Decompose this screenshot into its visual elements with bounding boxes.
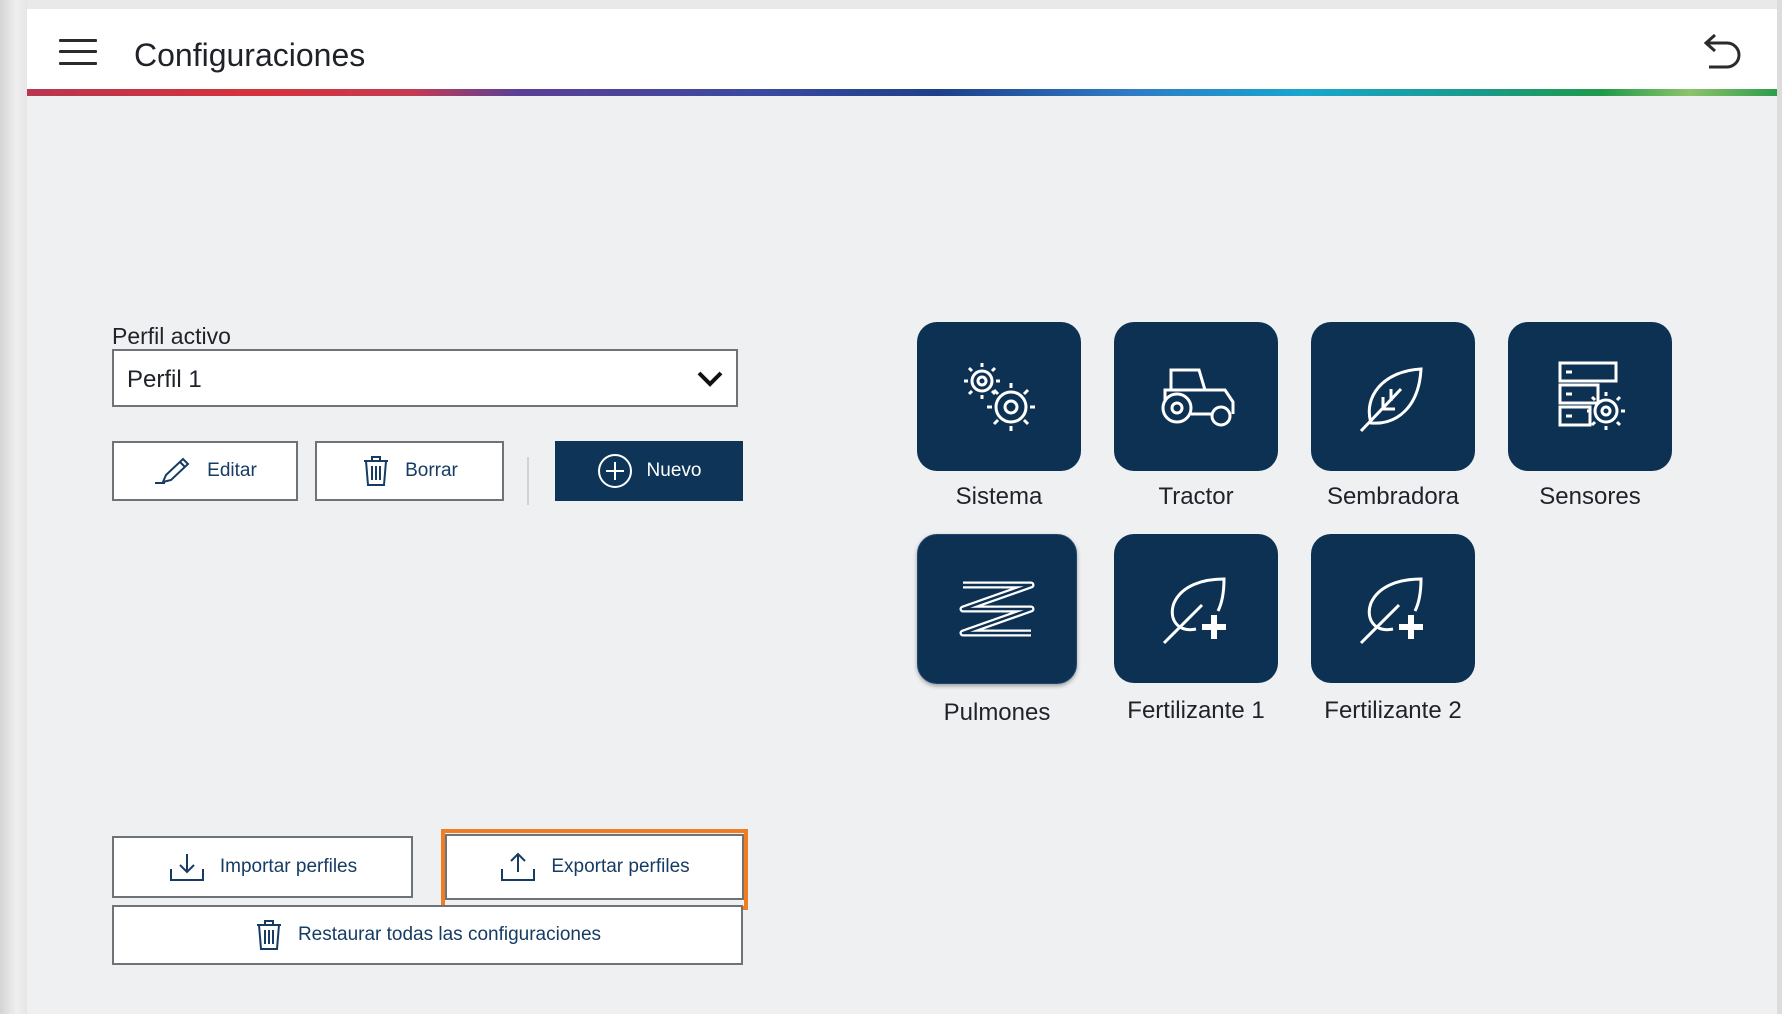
hamburger-menu-icon[interactable] (59, 38, 97, 68)
new-profile-label: Nuevo (646, 460, 702, 481)
tile-label-tractor: Tractor (1158, 483, 1234, 510)
restore-all-settings-button[interactable]: Restaurar todas las configuraciones (112, 905, 743, 965)
tile-label-fertilizante-1: Fertilizante 1 (1127, 697, 1265, 724)
tile-label-sembradora: Sembradora (1326, 483, 1460, 510)
delete-profile-label: Borrar (405, 460, 458, 481)
server-gear-icon (1558, 361, 1625, 430)
active-profile-value: Perfil 1 (127, 366, 202, 393)
background-edge (1777, 0, 1782, 1014)
plus-circle-icon (597, 453, 633, 489)
import-profiles-label: Importar perfiles (219, 856, 358, 877)
button-divider (527, 457, 529, 505)
tile-label-sistema: Sistema (955, 483, 1043, 510)
trash-icon (254, 919, 284, 951)
leaf-plus-icon (1359, 576, 1423, 644)
tractor-icon (1161, 368, 1235, 426)
delete-profile-button[interactable]: Borrar (315, 441, 504, 501)
chevron-down-icon (697, 371, 723, 387)
export-highlight-frame (441, 829, 748, 910)
tile-fertilizante-1[interactable] (1114, 534, 1278, 683)
settings-window: Configuraciones Perfil activo Perfil 1 E… (27, 9, 1777, 1014)
tile-label-sensores: Sensores (1539, 483, 1641, 510)
tile-fertilizante-2[interactable] (1311, 534, 1475, 683)
download-icon (168, 851, 206, 883)
tile-label-fertilizante-2: Fertilizante 2 (1324, 697, 1462, 724)
leaf-icon (1359, 366, 1423, 432)
app-header: Configuraciones (27, 9, 1777, 89)
tile-sistema[interactable] (917, 322, 1081, 471)
tile-sembradora[interactable] (1311, 322, 1475, 471)
active-profile-select[interactable]: Perfil 1 (112, 349, 738, 407)
new-profile-button[interactable]: Nuevo (555, 441, 743, 501)
tile-pulmones[interactable] (917, 534, 1077, 684)
import-profiles-button[interactable]: Importar perfiles (112, 836, 413, 898)
leaf-plus-icon (1162, 576, 1226, 644)
restore-all-settings-label: Restaurar todas las configuraciones (297, 924, 602, 945)
trash-icon (361, 455, 391, 487)
tile-sensores[interactable] (1508, 322, 1672, 471)
zigzag-icon (959, 581, 1035, 637)
edit-profile-label: Editar (207, 460, 257, 481)
brand-color-stripe (27, 89, 1777, 96)
undo-arrow-icon[interactable] (1697, 31, 1745, 75)
page-title: Configuraciones (134, 37, 366, 73)
pencil-icon (153, 456, 193, 486)
active-profile-label: Perfil activo (112, 323, 231, 349)
edit-profile-button[interactable]: Editar (112, 441, 298, 501)
background-texture (0, 0, 27, 1014)
gears-icon (964, 362, 1035, 431)
tile-tractor[interactable] (1114, 322, 1278, 471)
tile-label-pulmones: Pulmones (943, 699, 1051, 726)
